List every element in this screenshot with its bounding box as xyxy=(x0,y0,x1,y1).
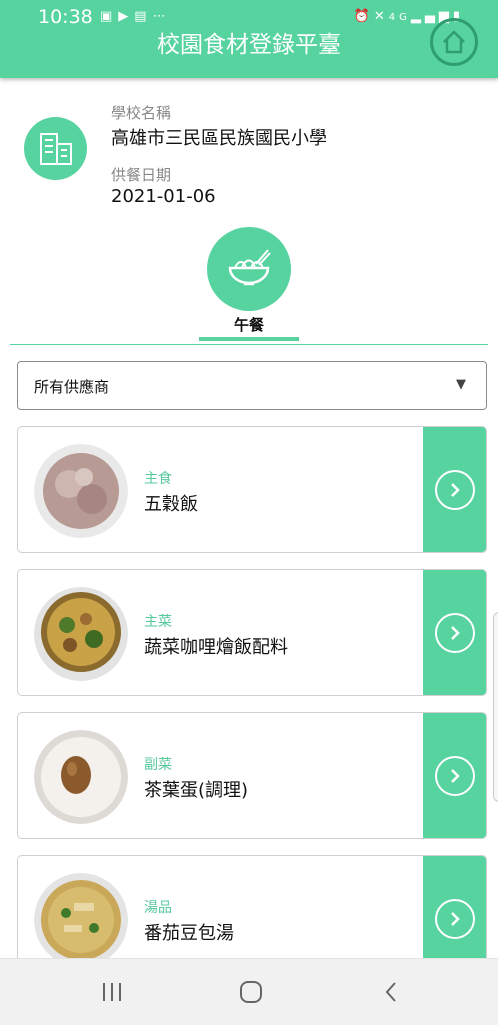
alarm-icon: ⏰ xyxy=(353,9,374,24)
noodle-bowl-icon xyxy=(228,249,271,286)
more-dots-icon: ⋯ xyxy=(152,9,172,24)
home-circle-icon xyxy=(240,981,262,1003)
tab-lunch[interactable] xyxy=(207,227,291,311)
dish-category: 副菜 xyxy=(144,757,172,773)
dish-name: 茶葉蛋(調理) xyxy=(144,780,249,801)
edge-panel-handle[interactable] xyxy=(493,612,498,802)
system-nav-bar xyxy=(0,958,498,1025)
rice-photo xyxy=(34,444,128,538)
dish-category: 主菜 xyxy=(144,614,172,630)
tab-indicator xyxy=(199,337,299,341)
network-label: 4G xyxy=(388,12,411,23)
chevron-right-icon xyxy=(434,898,475,939)
meal-tab-label[interactable]: 午餐 xyxy=(199,314,299,335)
back-icon xyxy=(385,982,396,1002)
dish-category: 湯品 xyxy=(144,900,172,916)
system-home-button[interactable] xyxy=(231,977,271,1007)
chevron-right-icon xyxy=(434,469,475,510)
recent-apps-button[interactable] xyxy=(92,977,132,1007)
dish-detail-button[interactable] xyxy=(423,713,486,838)
egg-photo xyxy=(34,730,128,824)
dish-name: 蔬菜咖哩燴飯配料 xyxy=(144,637,288,658)
dish-card[interactable]: 副菜 茶葉蛋(調理) xyxy=(17,712,487,839)
dish-name: 番茄豆包湯 xyxy=(144,923,234,944)
school-name-label: 學校名稱 xyxy=(111,104,172,122)
serving-date: 2021-01-06 xyxy=(111,186,216,207)
chevron-right-icon xyxy=(434,755,475,796)
page-title: 校園食材登錄平臺 xyxy=(157,32,341,58)
youtube-icon: ▶ xyxy=(118,9,135,24)
divider xyxy=(10,344,488,345)
dish-detail-button[interactable] xyxy=(423,570,486,695)
dish-name: 五穀飯 xyxy=(144,494,198,515)
school-name: 高雄市三民區民族國民小學 xyxy=(111,128,327,149)
back-button[interactable] xyxy=(371,977,411,1007)
dish-category: 主食 xyxy=(144,471,172,487)
dish-detail-button[interactable] xyxy=(423,427,486,552)
mute-icon: ✕ xyxy=(373,9,389,24)
chevron-right-icon xyxy=(434,612,475,653)
recent-apps-icon xyxy=(103,983,121,1001)
curry-photo xyxy=(34,587,128,681)
dish-card[interactable]: 主菜 蔬菜咖哩燴飯配料 xyxy=(17,569,487,696)
dropdown-arrow-icon: ▼ xyxy=(456,377,466,392)
supplier-dropdown-value: 所有供應商 xyxy=(34,378,110,396)
home-button[interactable] xyxy=(430,18,478,66)
app-header: 10:38 ▣▶▤⋯ ⏰✕4G▂▄▆▮ 校園食材登錄平臺 xyxy=(0,0,498,78)
image-icon: ▣ xyxy=(100,9,119,24)
school-info: 學校名稱 高雄市三民區民族國民小學 供餐日期 2021-01-06 xyxy=(0,92,498,222)
dish-card[interactable]: 主食 五穀飯 xyxy=(17,426,487,553)
building-icon xyxy=(24,117,87,180)
home-icon xyxy=(443,30,465,54)
status-left-icons: ▣▶▤⋯ xyxy=(100,9,172,24)
file-icon: ▤ xyxy=(134,9,153,24)
soup-photo xyxy=(34,873,128,967)
date-label: 供餐日期 xyxy=(111,166,172,184)
supplier-dropdown[interactable]: 所有供應商 ▼ xyxy=(17,361,487,410)
